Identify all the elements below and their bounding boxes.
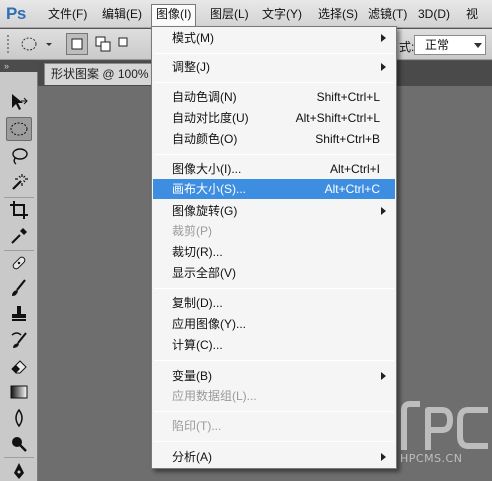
document-tab[interactable]: 形状图案 @ 100% — [44, 63, 154, 85]
eraser-tool-icon[interactable] — [6, 354, 32, 378]
menu-item-label: 陷印(T)... — [172, 419, 222, 433]
dodge-tool-icon[interactable] — [6, 432, 32, 456]
elliptical-marquee-tool-icon[interactable] — [6, 117, 32, 141]
submenu-arrow-icon — [381, 453, 386, 461]
menu-item-analysis[interactable]: 分析(A) — [153, 447, 395, 467]
menu-separator — [154, 288, 394, 289]
style-label: 式: — [399, 40, 415, 54]
menu-separator — [154, 411, 394, 412]
menu-item-shortcut: Alt+Shift+Ctrl+L — [295, 111, 380, 125]
toolbox-divider — [4, 457, 34, 458]
eyedropper-tool-icon[interactable] — [6, 224, 32, 248]
menu-item-image-size[interactable]: 图像大小(I)... Alt+Ctrl+I — [153, 159, 395, 179]
menu-image[interactable]: 图像(I) — [151, 4, 197, 26]
move-tool-icon[interactable] — [6, 90, 32, 114]
menu-item-canvas-size[interactable]: 画布大小(S)... Alt+Ctrl+C — [153, 179, 395, 199]
toolbox-collapse-icon[interactable]: » — [0, 60, 38, 72]
menu-view[interactable]: 视 — [462, 4, 482, 24]
menu-select[interactable]: 选择(S) — [314, 4, 362, 24]
menu-item-adjustments[interactable]: 调整(J) — [153, 57, 395, 77]
watermark-text: HPCMS.CN — [400, 452, 463, 465]
menu-item-shortcut: Alt+Ctrl+I — [329, 162, 380, 176]
menu-item-label: 自动颜色(O) — [172, 132, 238, 146]
menu-separator — [154, 441, 394, 442]
options-grip-icon — [6, 33, 14, 55]
menu-item-label: 变量(B) — [172, 369, 212, 383]
menu-item-label: 应用图像(Y)... — [172, 317, 246, 331]
brush-tool-icon[interactable] — [6, 276, 32, 300]
blur-tool-icon[interactable] — [6, 406, 32, 430]
menu-item-trim[interactable]: 裁切(R)... — [153, 242, 395, 262]
menu-item-apply-data-set: 应用数据组(L)... — [153, 386, 395, 406]
menu-item-label: 裁剪(P) — [172, 224, 212, 238]
menu-item-apply-image[interactable]: 应用图像(Y)... — [153, 314, 395, 334]
menu-item-label: 分析(A) — [172, 450, 212, 464]
menu-item-shortcut: Shift+Ctrl+L — [316, 90, 380, 104]
menu-item-label: 自动对比度(U) — [172, 111, 249, 125]
menu-edit[interactable]: 编辑(E) — [98, 4, 146, 24]
menu-filter[interactable]: 滤镜(T) — [364, 4, 411, 24]
submenu-arrow-icon — [381, 372, 386, 380]
style-select[interactable]: 正常 — [414, 35, 486, 55]
lasso-tool-icon[interactable] — [6, 144, 32, 168]
menu-item-label: 计算(C)... — [172, 338, 223, 352]
menu-item-auto-color[interactable]: 自动颜色(O) Shift+Ctrl+B — [153, 129, 395, 149]
menu-type[interactable]: 文字(Y) — [258, 4, 306, 24]
chevron-down-icon — [474, 43, 482, 48]
menu-item-label: 显示全部(V) — [172, 266, 236, 280]
menu-item-duplicate[interactable]: 复制(D)... — [153, 293, 395, 313]
photoshop-logo: Ps — [6, 4, 26, 23]
menu-item-label: 图像大小(I)... — [172, 162, 242, 176]
new-selection-icon[interactable] — [66, 33, 88, 55]
crop-tool-icon[interactable] — [6, 198, 32, 222]
gradient-tool-icon[interactable] — [6, 380, 32, 404]
menu-item-mode[interactable]: 模式(M) — [153, 28, 395, 48]
pen-tool-icon[interactable] — [6, 459, 32, 481]
toolbox: » — [0, 60, 38, 481]
menu-item-label: 图像旋转(G) — [172, 204, 238, 218]
magic-wand-tool-icon[interactable] — [6, 170, 32, 194]
menu-item-label: 模式(M) — [172, 31, 214, 45]
menu-item-shortcut: Alt+Ctrl+C — [324, 182, 380, 196]
menu-item-image-rotation[interactable]: 图像旋转(G) — [153, 201, 395, 221]
menu-separator — [154, 360, 394, 361]
healing-brush-tool-icon[interactable] — [6, 251, 32, 275]
clone-stamp-tool-icon[interactable] — [6, 302, 32, 326]
menu-separator — [154, 154, 394, 155]
add-to-selection-icon[interactable] — [94, 35, 112, 53]
menu-separator — [154, 53, 394, 54]
menu-item-label: 裁切(R)... — [172, 245, 223, 259]
menu-item-shortcut: Shift+Ctrl+B — [315, 132, 380, 146]
menu-item-variables[interactable]: 变量(B) — [153, 366, 395, 386]
history-brush-tool-icon[interactable] — [6, 328, 32, 352]
menu-bar: Ps 文件(F) 编辑(E) 图像(I) 图层(L) 文字(Y) 选择(S) 滤… — [0, 0, 492, 28]
menu-item-label: 应用数据组(L)... — [172, 389, 257, 403]
submenu-arrow-icon — [381, 207, 386, 215]
menu-item-label: 调整(J) — [172, 60, 210, 74]
menu-item-auto-tone[interactable]: 自动色调(N) Shift+Ctrl+L — [153, 87, 395, 107]
menu-item-calculations[interactable]: 计算(C)... — [153, 335, 395, 355]
menu-item-label: 自动色调(N) — [172, 90, 237, 104]
preset-dropdown-icon[interactable] — [44, 35, 54, 53]
menu-item-trap: 陷印(T)... — [153, 416, 395, 436]
elliptical-marquee-preset-icon[interactable] — [20, 35, 38, 53]
submenu-arrow-icon — [381, 63, 386, 71]
menu-item-label: 复制(D)... — [172, 296, 223, 310]
menu-item-reveal-all[interactable]: 显示全部(V) — [153, 263, 395, 283]
menu-item-crop: 裁剪(P) — [153, 221, 395, 241]
subtract-from-selection-icon[interactable] — [118, 35, 128, 53]
menu-item-label: 画布大小(S)... — [172, 182, 246, 196]
menu-separator — [154, 82, 394, 83]
menu-item-auto-contrast[interactable]: 自动对比度(U) Alt+Shift+Ctrl+L — [153, 108, 395, 128]
style-select-value: 正常 — [425, 38, 450, 52]
image-menu-dropdown: 模式(M) 调整(J) 自动色调(N) Shift+Ctrl+L 自动对比度(U… — [151, 26, 397, 469]
menu-file[interactable]: 文件(F) — [44, 4, 91, 24]
menu-3d[interactable]: 3D(D) — [414, 4, 454, 24]
menu-layer[interactable]: 图层(L) — [206, 4, 253, 24]
submenu-arrow-icon — [381, 34, 386, 42]
